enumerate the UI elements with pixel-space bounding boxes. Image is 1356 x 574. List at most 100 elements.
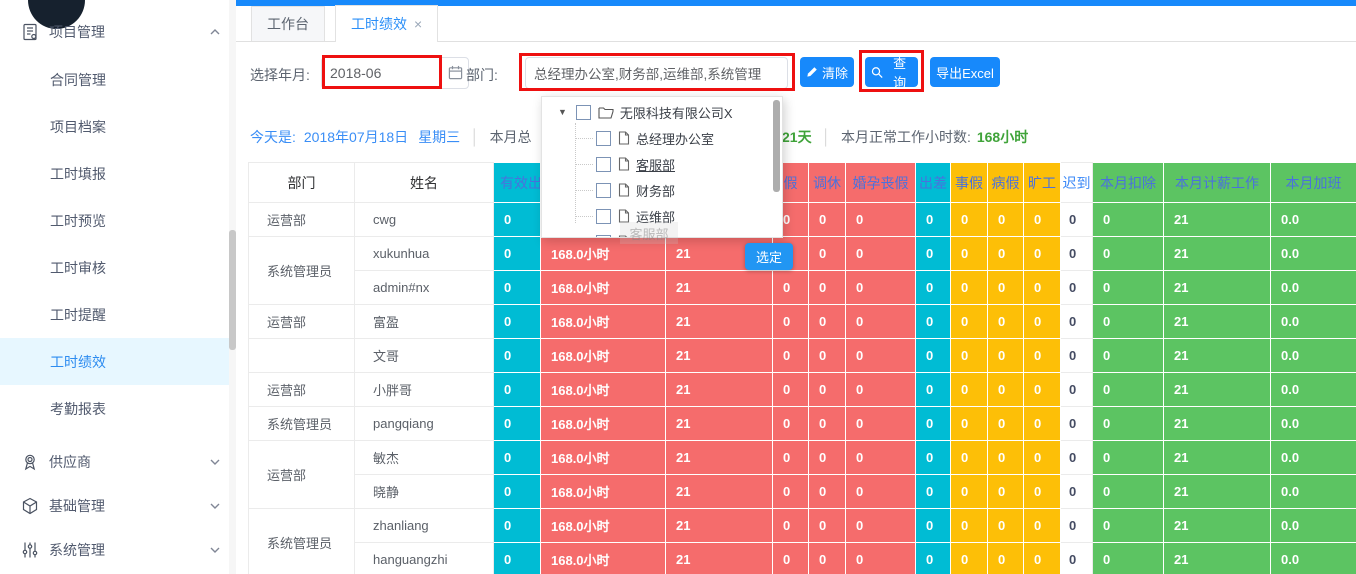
clear-button[interactable]: 清除 (800, 57, 854, 87)
dept-input[interactable] (525, 57, 788, 89)
tree-node[interactable] (575, 229, 636, 238)
value-cell: 0 (494, 271, 541, 305)
sidebar-item-工时审核[interactable]: 工时审核 (0, 244, 236, 291)
name-cell: 敏杰 (355, 441, 494, 475)
export-button-label: 导出Excel (936, 63, 994, 82)
value-cell: 0 (951, 203, 988, 237)
tree-checkbox[interactable] (596, 183, 611, 198)
value-cell: 0 (988, 339, 1024, 373)
value-cell: 168.0小时 (541, 543, 666, 574)
file-icon (618, 209, 630, 223)
sidebar-item-项目管理[interactable]: 项目管理 (0, 8, 236, 56)
value-cell: 0 (916, 271, 951, 305)
tree-expand-icon[interactable]: ▼ (558, 107, 567, 117)
value-cell: 0 (988, 509, 1024, 543)
sidebar-item-考勤报表[interactable]: 考勤报表 (0, 385, 236, 432)
table-row: 运营部cwg0168.0小时21000000000210.0 (249, 203, 1356, 237)
value-cell: 0 (809, 203, 846, 237)
tree-node-root[interactable]: ▼ 无限科技有限公司X (558, 99, 733, 125)
value-cell: 0 (916, 475, 951, 509)
value-cell: 0 (951, 237, 988, 271)
app-root: 项目管理合同管理项目档案工时填报工时预览工时审核工时提醒工时绩效考勤报表供应商基… (0, 0, 1356, 574)
dept-cell: 运营部 (249, 305, 355, 339)
sidebar-item-系统管理[interactable]: 系统管理 (0, 528, 236, 572)
value-cell: 168.0小时 (541, 475, 666, 509)
sidebar-item-label: 工时审核 (50, 258, 220, 278)
value-cell: 0 (846, 441, 916, 475)
value-cell: 0 (1024, 271, 1061, 305)
value-cell: 0 (916, 373, 951, 407)
tree-node[interactable]: 总经理办公室 (575, 125, 714, 151)
value-cell: 0.0 (1271, 441, 1356, 475)
worktime-table-wrap: 部门姓名有效出勤假调休婚孕丧假出差事假病假旷工迟到本月扣除本月计薪工作本月加班运… (248, 162, 1356, 574)
tree-node-label[interactable]: 无限科技有限公司X (620, 103, 733, 122)
info-row-right: 21天 │ 本月正常工作小时数: 168小时 (782, 127, 1028, 147)
value-cell: 0 (846, 237, 916, 271)
sidebar-item-项目档案[interactable]: 项目档案 (0, 103, 236, 150)
tree-node-label[interactable]: 总经理办公室 (636, 129, 714, 148)
value-cell: 0 (809, 271, 846, 305)
query-button[interactable]: 查询 (865, 57, 918, 87)
column-header-本月计薪工作: 本月计薪工作 (1164, 163, 1271, 203)
value-cell: 0 (951, 509, 988, 543)
value-cell: 21 (666, 475, 773, 509)
value-cell: 0 (1093, 271, 1164, 305)
tree-node-label[interactable]: 运维部 (636, 207, 675, 226)
value-cell: 0 (988, 475, 1024, 509)
tree-checkbox[interactable] (596, 235, 611, 239)
tree-node-label[interactable]: 客服部 (636, 155, 675, 174)
value-cell: 0 (809, 305, 846, 339)
value-cell: 0 (1061, 407, 1093, 441)
tree-checkbox[interactable] (596, 131, 611, 146)
value-cell: 0 (1093, 407, 1164, 441)
sidebar-item-工时预览[interactable]: 工时预览 (0, 197, 236, 244)
tab-工时绩效[interactable]: 工时绩效× (335, 5, 438, 42)
supplier-icon (20, 452, 40, 472)
dept-cell: 系统管理员 (249, 509, 355, 574)
tree-node[interactable]: 客服部 (575, 151, 675, 177)
close-icon[interactable]: × (414, 17, 422, 31)
value-cell: 0 (951, 441, 988, 475)
value-cell: 21 (666, 441, 773, 475)
value-cell: 0 (988, 407, 1024, 441)
tree-node[interactable]: 运维部 (575, 203, 675, 229)
value-cell: 0 (1061, 271, 1093, 305)
name-cell: 文哥 (355, 339, 494, 373)
confirm-selection-button[interactable]: 选定 (745, 243, 793, 270)
dropdown-scrollbar-thumb[interactable] (773, 100, 780, 192)
tree-node[interactable]: 财务部 (575, 177, 675, 203)
value-cell: 21 (1164, 203, 1271, 237)
sidebar: 项目管理合同管理项目档案工时填报工时预览工时审核工时提醒工时绩效考勤报表供应商基… (0, 0, 236, 574)
file-icon (618, 235, 630, 238)
tree-connector (575, 164, 593, 165)
sidebar-item-工时填报[interactable]: 工时填报 (0, 150, 236, 197)
sidebar-item-工时提醒[interactable]: 工时提醒 (0, 291, 236, 338)
calendar-icon[interactable] (448, 65, 463, 80)
sidebar-item-供应商[interactable]: 供应商 (0, 440, 236, 484)
info-row-left: 今天是: 2018年07月18日 星期三 │ 本月总 (250, 127, 532, 147)
value-cell: 21 (1164, 339, 1271, 373)
tree-checkbox[interactable] (576, 105, 591, 120)
table-row: 文哥0168.0小时21000000000210.0 (249, 339, 1356, 373)
sidebar-scrollbar-thumb[interactable] (229, 230, 236, 350)
pencil-icon (806, 66, 818, 78)
value-cell: 21 (666, 373, 773, 407)
sidebar-item-label: 项目档案 (50, 117, 220, 137)
search-icon (871, 66, 883, 79)
sidebar-item-label: 合同管理 (50, 70, 220, 90)
sidebar-item-基础管理[interactable]: 基础管理 (0, 484, 236, 528)
sidebar-item-工时绩效[interactable]: 工时绩效 (0, 338, 236, 385)
tree-checkbox[interactable] (596, 209, 611, 224)
tab-工作台[interactable]: 工作台 (251, 6, 325, 41)
value-cell: 0 (494, 203, 541, 237)
year-input[interactable] (321, 57, 469, 89)
value-cell: 0 (809, 475, 846, 509)
export-excel-button[interactable]: 导出Excel (930, 57, 1000, 87)
tree-node-label[interactable]: 财务部 (636, 181, 675, 200)
sidebar-item-合同管理[interactable]: 合同管理 (0, 56, 236, 103)
name-cell: pangqiang (355, 407, 494, 441)
tree-checkbox[interactable] (596, 157, 611, 172)
value-cell: 21 (666, 407, 773, 441)
column-header-旷工: 旷工 (1024, 163, 1061, 203)
value-cell: 21 (1164, 237, 1271, 271)
